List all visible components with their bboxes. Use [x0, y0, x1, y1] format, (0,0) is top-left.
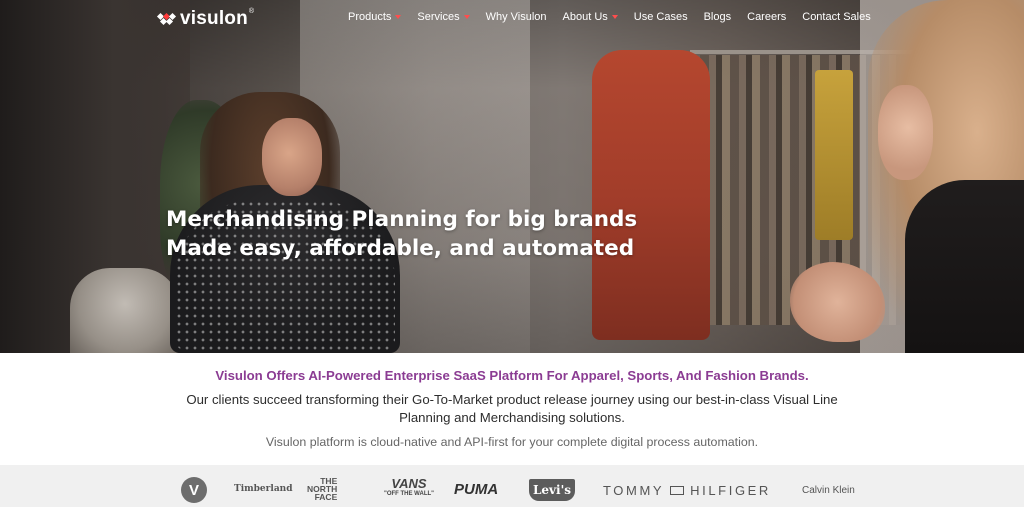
nav-label: Contact Sales	[802, 11, 871, 23]
vans-tagline: "OFF THE WALL"	[384, 491, 435, 497]
nav-label: Careers	[747, 11, 787, 23]
nav-label: Blogs	[703, 11, 732, 23]
client-logo-vans: VANS "OFF THE WALL"	[384, 476, 435, 498]
top-navigation: visulon® Products Services Why Visulon A…	[0, 0, 1024, 34]
client-logo-v: V	[181, 477, 207, 503]
chevron-down-icon	[611, 15, 618, 19]
hero-clothing-yellow-garment	[815, 70, 853, 240]
client-logos-strip: V Timberland THE NORTH FACE VANS "OFF TH…	[0, 465, 1024, 507]
tommy-flag-icon	[670, 486, 685, 495]
nav-item-blogs[interactable]: Blogs	[704, 11, 732, 23]
logo-wordmark: visulon®	[180, 8, 255, 29]
tommy-right: HILFIGER	[690, 483, 771, 498]
intro-description: Our clients succeed transforming their G…	[186, 392, 838, 425]
hero-red-coat	[592, 50, 710, 340]
tnf-line-3: FACE	[314, 492, 338, 502]
hero-headline-line-2: Made easy, affordable, and automated	[166, 236, 635, 261]
nav-label: Products	[348, 11, 392, 23]
site-logo[interactable]: visulon®	[156, 8, 255, 30]
chevron-down-icon	[463, 15, 470, 19]
nav-item-contact-sales[interactable]: Contact Sales	[802, 11, 870, 23]
tommy-left: TOMMY	[603, 483, 665, 498]
hero-banner: visulon® Products Services Why Visulon A…	[0, 0, 1024, 353]
nav-label: About Us	[562, 11, 608, 23]
client-logo-tommy-hilfiger: TOMMY HILFIGER	[603, 483, 771, 498]
hero-person-left-face	[262, 118, 322, 196]
hero-background-chair	[70, 268, 180, 353]
nav-item-products[interactable]: Products	[348, 11, 402, 23]
hero-person-right-body	[905, 180, 1024, 353]
client-logo-puma: PUMA	[454, 481, 499, 498]
hero-headline-line-1: Merchandising Planning for big brands	[166, 207, 638, 232]
main-menu: Products Services Why Visulon About Us U…	[348, 11, 887, 23]
chevron-down-icon	[395, 15, 402, 19]
client-logo-levis: Levi's	[529, 479, 575, 501]
client-logo-the-north-face: THE NORTH FACE	[307, 477, 338, 502]
client-logo-timberland: Timberland	[234, 484, 293, 494]
nav-label: Use Cases	[633, 11, 688, 23]
nav-label: Services	[417, 11, 460, 23]
nav-item-use-cases[interactable]: Use Cases	[634, 11, 688, 23]
nav-item-services[interactable]: Services	[417, 11, 470, 23]
nav-item-about-us[interactable]: About Us	[563, 11, 618, 23]
intro-section: Visulon Offers AI-Powered Enterprise Saa…	[0, 353, 1024, 465]
vans-wordmark: VANS	[391, 476, 427, 491]
intro-tagline: Visulon Offers AI-Powered Enterprise Saa…	[215, 368, 809, 383]
logo-diamond-icon	[156, 12, 177, 26]
client-logo-calvin-klein: Calvin Klein	[802, 485, 855, 496]
intro-subtext: Visulon platform is cloud-native and API…	[265, 435, 759, 449]
nav-item-careers[interactable]: Careers	[747, 11, 786, 23]
nav-label: Why Visulon	[485, 11, 547, 23]
hero-person-right-face	[878, 85, 933, 180]
nav-item-why-visulon[interactable]: Why Visulon	[486, 11, 547, 23]
hero-headline: Merchandising Planning for big brands Ma…	[166, 205, 637, 263]
